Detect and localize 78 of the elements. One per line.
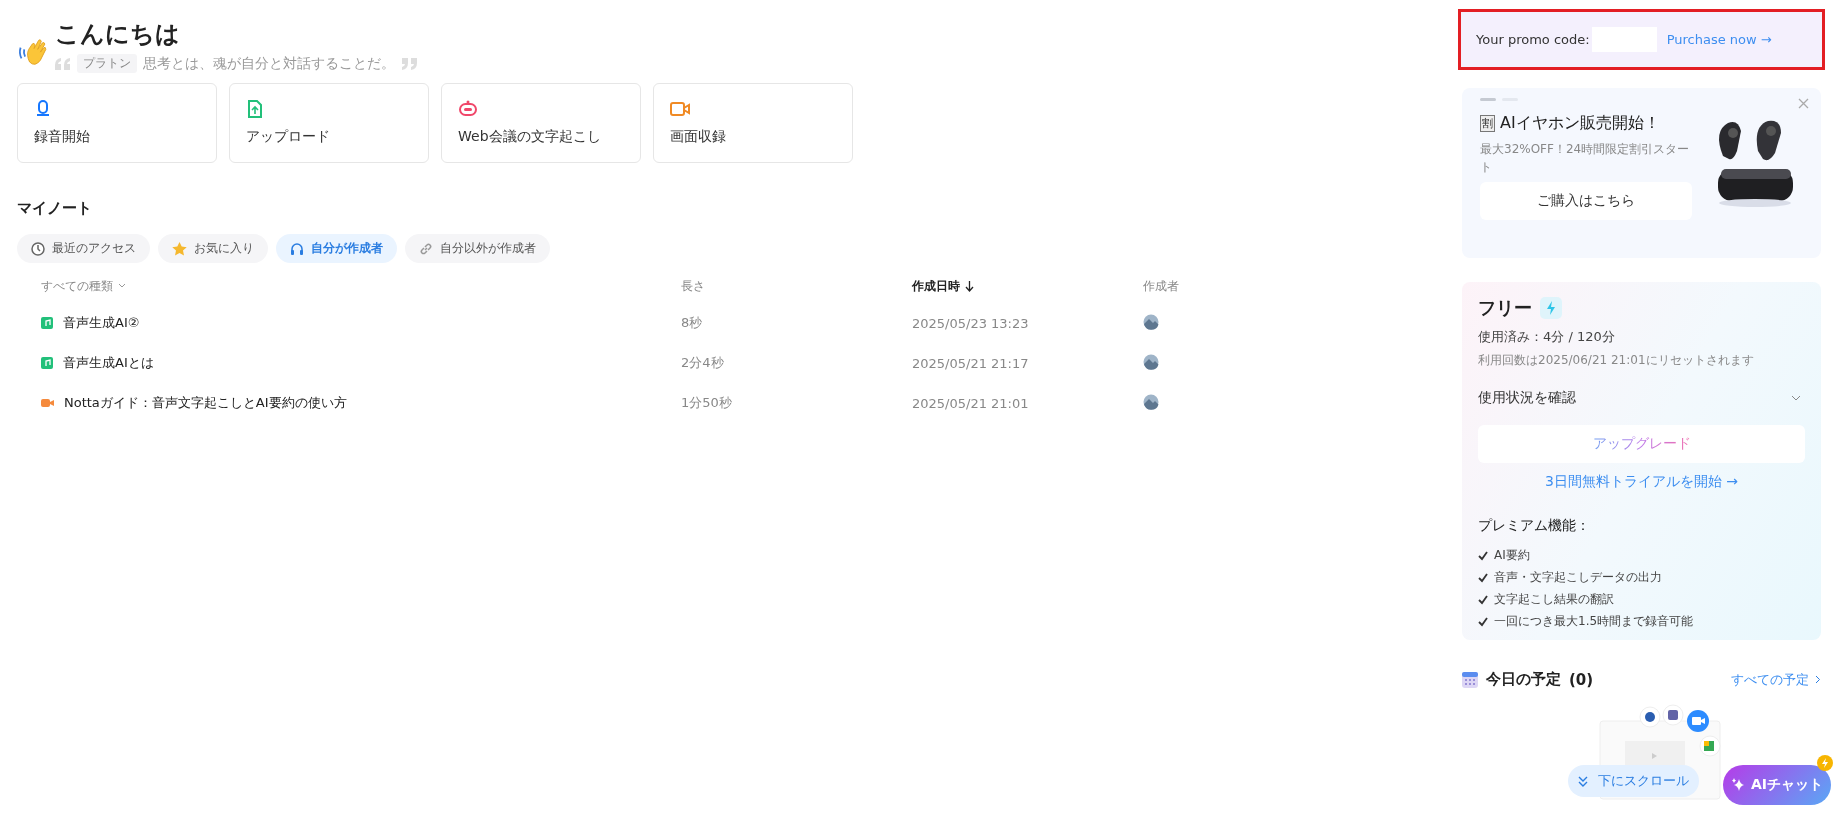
all-schedules-link[interactable]: すべての予定 <box>1731 670 1821 689</box>
note-title: 音声生成AIとは <box>63 354 154 372</box>
filter-tab[interactable]: お気に入り <box>158 234 268 263</box>
note-row[interactable]: Nottaガイド：音声文字起こしとAI要約の使い方 1分50秒 2025/05/21 21:01 <box>17 383 1217 423</box>
ai-chat-button[interactable]: AIチャット <box>1723 765 1831 805</box>
chevron-icon <box>1791 395 1801 401</box>
note-title: Nottaガイド：音声文字起こしとAI要約の使い方 <box>64 394 347 412</box>
sale-badge: 割 <box>1480 115 1495 132</box>
audio-file-icon <box>41 317 53 329</box>
usage-toggle[interactable]: 使用状況を確認 <box>1478 389 1805 407</box>
sort-down-arrow-icon <box>965 280 974 292</box>
ad-description: 最大32%OFF！24時間限定割引スタート <box>1480 141 1690 176</box>
headphones-icon <box>290 241 304 256</box>
quote-author-tag: プラトン <box>77 54 137 73</box>
check-icon <box>1478 594 1488 605</box>
star-icon <box>172 241 187 256</box>
feature-item: 音声・文字起こしデータの出力 <box>1494 569 1662 586</box>
sparkle-icon <box>1730 778 1745 792</box>
column-header[interactable]: 作成日時 <box>912 277 1143 295</box>
avatar-icon <box>1143 353 1159 370</box>
lightning-badge-icon <box>1817 755 1833 771</box>
chevron-down-icon <box>118 283 126 289</box>
double-chevron-down-icon <box>1578 775 1588 787</box>
filter-tab[interactable]: 自分以外が作成者 <box>405 234 550 263</box>
schedule-title: 今日の予定 <box>1486 670 1561 689</box>
avatar-icon <box>1143 393 1159 410</box>
note-length: 1分50秒 <box>681 394 733 412</box>
note-row[interactable]: 音声生成AIとは 2分4秒 2025/05/21 21:17 <box>17 343 1217 383</box>
filter-tab[interactable]: 自分が作成者 <box>276 234 397 263</box>
feature-item: 一回につき最大1.5時間まで録音可能 <box>1494 613 1694 630</box>
filter-tab[interactable]: 最近のアクセス <box>17 234 150 263</box>
type-filter-dropdown[interactable]: すべての種類 <box>41 277 681 295</box>
check-icon <box>1478 550 1488 561</box>
note-row[interactable]: 音声生成AI② 8秒 2025/05/23 13:23 <box>17 303 1217 343</box>
calendar-icon <box>1462 671 1478 688</box>
check-icon <box>1478 572 1488 583</box>
check-icon <box>1478 616 1488 627</box>
column-header[interactable]: 作成者 <box>1143 277 1217 295</box>
note-length: 2分4秒 <box>681 354 725 372</box>
upload-file-icon <box>246 100 264 118</box>
reset-note: 利用回数は2025/06/21 21:01にリセットされます <box>1478 352 1755 369</box>
robot-icon <box>458 100 478 118</box>
column-header[interactable]: 長さ <box>681 277 912 295</box>
close-icon[interactable] <box>1798 98 1809 109</box>
chevron-right-icon <box>1815 675 1821 684</box>
note-date: 2025/05/21 21:17 <box>912 355 1030 371</box>
audio-file-icon <box>41 357 53 369</box>
feature-item: AI要約 <box>1494 547 1530 564</box>
usage-text: 使用済み：4分 / 120分 <box>1478 328 1616 346</box>
purchase-button[interactable]: ご購入はこちら <box>1480 182 1692 220</box>
quick-action-card[interactable]: 画面収録 <box>653 83 853 163</box>
note-date: 2025/05/21 21:01 <box>912 395 1030 411</box>
feature-item: 文字起こし結果の翻訳 <box>1494 591 1614 608</box>
schedule-count: (0) <box>1569 670 1594 689</box>
clock-icon <box>31 241 45 256</box>
quick-action-card[interactable]: Web会議の文字起こし <box>441 83 641 163</box>
note-title: 音声生成AI② <box>63 314 140 332</box>
quick-action-card[interactable]: 録音開始 <box>17 83 217 163</box>
microphone-icon <box>34 100 52 118</box>
promo-label: Your promo code: <box>1476 32 1590 47</box>
video-file-icon <box>41 397 54 409</box>
quick-action-card[interactable]: アップロード <box>229 83 429 163</box>
scroll-down-button[interactable]: 下にスクロール <box>1568 765 1699 797</box>
ad-title: AIイヤホン販売開始！ <box>1500 113 1660 134</box>
avatar-icon <box>1143 313 1159 330</box>
lightning-icon <box>1540 297 1562 319</box>
note-length: 8秒 <box>681 314 704 332</box>
close-quote-icon <box>401 57 417 70</box>
plan-name: フリー <box>1478 296 1532 320</box>
carousel-indicator[interactable] <box>1480 98 1496 101</box>
link-icon <box>419 241 433 256</box>
greeting-title: こんにちは <box>55 19 181 50</box>
note-date: 2025/05/23 13:23 <box>912 315 1030 331</box>
features-title: プレミアム機能： <box>1478 517 1591 535</box>
quote-text: 思考とは、魂が自分と対話することだ。 <box>143 54 395 73</box>
open-quote-icon <box>55 57 71 70</box>
video-camera-icon <box>670 100 690 118</box>
section-title: マイノート <box>17 199 93 218</box>
